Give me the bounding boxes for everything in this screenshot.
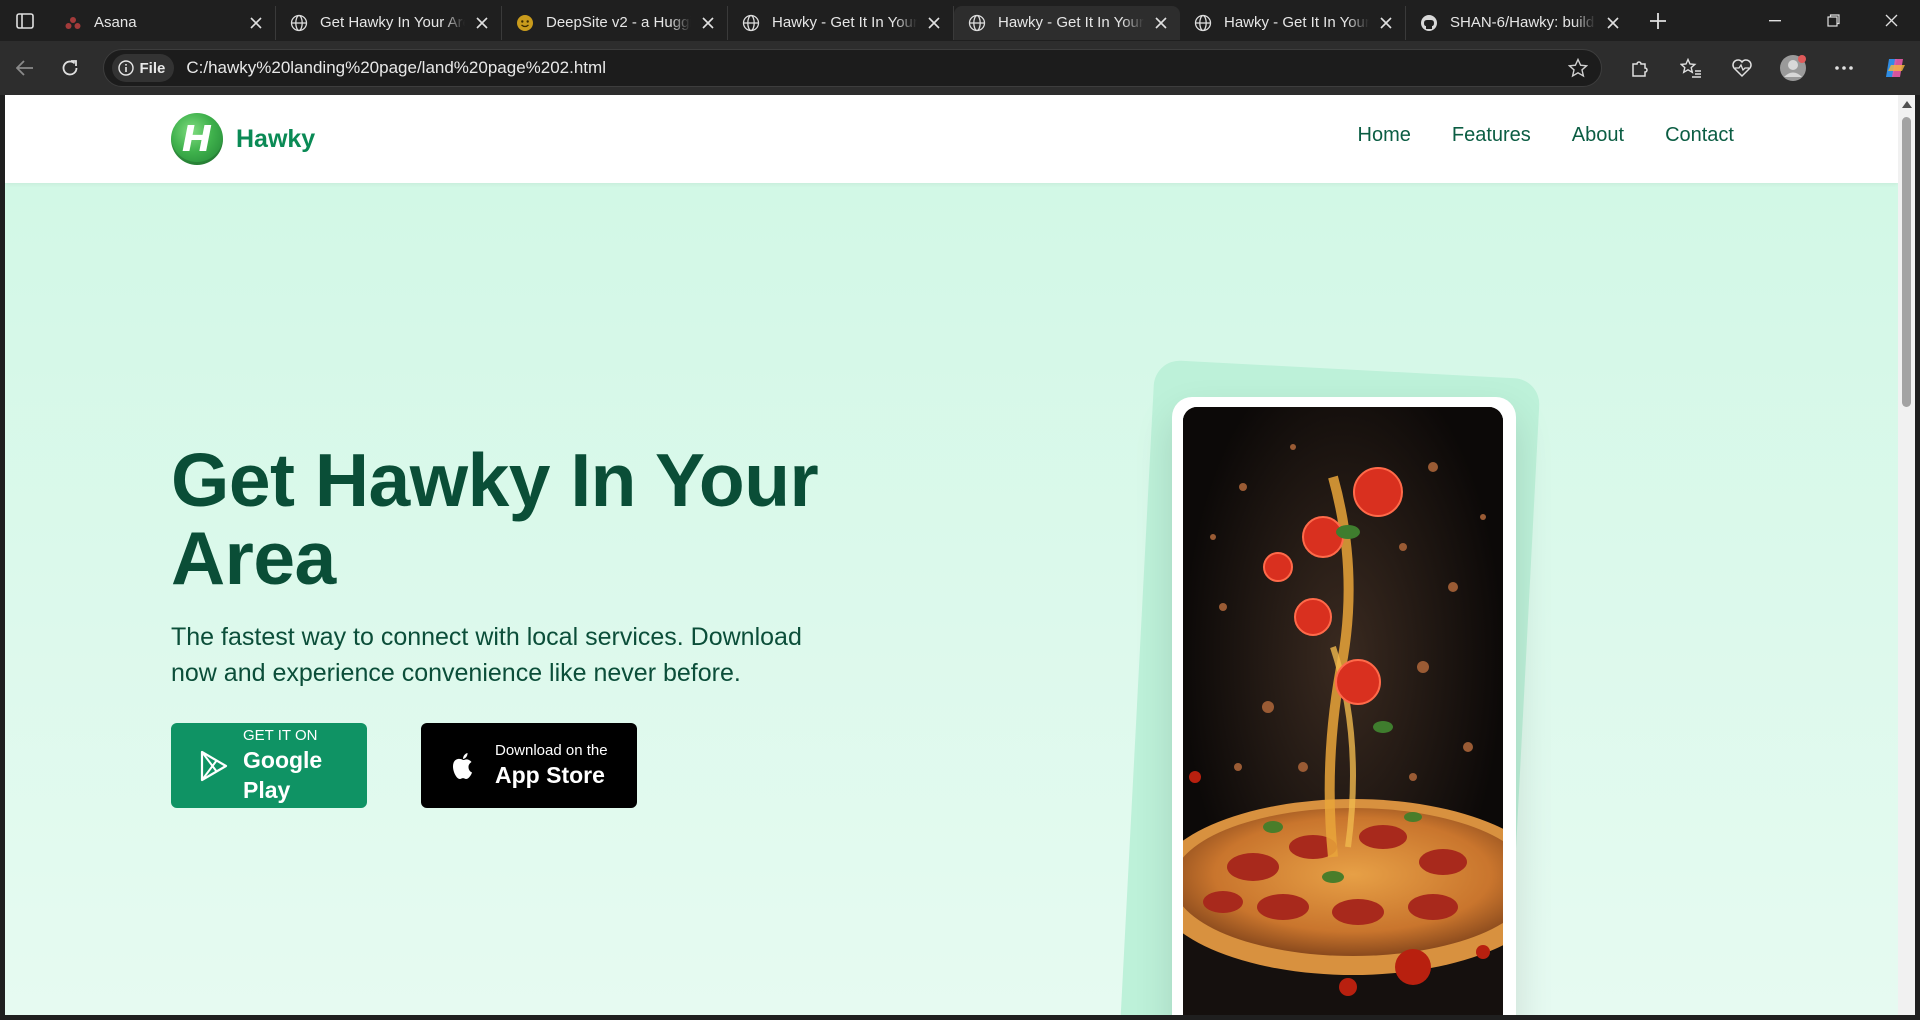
puzzle-icon bbox=[1631, 61, 1648, 77]
restore-button[interactable] bbox=[1804, 0, 1862, 41]
extensions-button[interactable] bbox=[1614, 41, 1665, 95]
copilot-icon bbox=[1885, 59, 1905, 77]
browser-essentials-button[interactable] bbox=[1716, 41, 1767, 95]
google-play-button[interactable]: GET IT ON Google Play bbox=[171, 723, 367, 808]
app-store-big-text: App Store bbox=[495, 761, 605, 788]
info-icon bbox=[117, 60, 134, 76]
tab-title: SHAN-6/Hawky: build bbox=[1450, 14, 1595, 31]
ellipsis-icon bbox=[1834, 66, 1853, 70]
site-chip-label: File bbox=[139, 59, 166, 77]
google-play-big-text: Google Play bbox=[243, 746, 323, 803]
nav-about[interactable]: About bbox=[1572, 124, 1624, 147]
hero-subtitle: The fastest way to connect with local se… bbox=[171, 623, 802, 687]
scrollbar-thumb[interactable] bbox=[1902, 117, 1911, 407]
app-store-button[interactable]: Download on the App Store bbox=[421, 723, 637, 808]
sidebar-toggle-button[interactable] bbox=[0, 0, 50, 41]
avatar-icon bbox=[1779, 55, 1806, 81]
tab-title: Asana bbox=[94, 14, 137, 31]
browser-toolbar: File C:/hawky%20landing%20page/land%20pa… bbox=[0, 41, 1920, 95]
tab-strip: Asana Get Hawky In Your Area DeepSite v2… bbox=[0, 0, 1920, 41]
app-store-small-text: Download on the bbox=[495, 741, 608, 759]
huggingface-icon bbox=[516, 14, 534, 32]
window-controls bbox=[1746, 0, 1920, 41]
hawky-logo: H bbox=[171, 113, 223, 165]
copilot-button[interactable] bbox=[1869, 41, 1920, 95]
minimize-button[interactable] bbox=[1746, 0, 1804, 41]
tab-title: Hawky - Get It In Your Area bbox=[772, 14, 917, 31]
sidebar-icon bbox=[16, 12, 34, 29]
close-icon[interactable] bbox=[1377, 14, 1395, 32]
nav-contact[interactable]: Contact bbox=[1665, 124, 1734, 147]
arrow-left-icon bbox=[15, 60, 33, 76]
tab-get-hawky[interactable]: Get Hawky In Your Area bbox=[276, 5, 502, 40]
main-nav: Home Features About Contact bbox=[1358, 124, 1735, 147]
plus-icon bbox=[1650, 12, 1666, 29]
new-tab-button[interactable] bbox=[1638, 0, 1678, 41]
brand-name: Hawky bbox=[236, 124, 316, 153]
more-menu-button[interactable] bbox=[1818, 41, 1869, 95]
tab-asana[interactable]: Asana bbox=[50, 5, 276, 40]
tab-hawky-1[interactable]: Hawky - Get It In Your Area bbox=[728, 5, 954, 40]
scroll-up-arrow-icon[interactable] bbox=[1902, 101, 1912, 108]
page-viewport: H Hawky Home Features About Contact Get … bbox=[5, 95, 1898, 1015]
profile-button[interactable] bbox=[1767, 41, 1818, 95]
close-icon[interactable] bbox=[1152, 14, 1170, 32]
github-icon bbox=[1420, 14, 1438, 32]
favorites-button[interactable] bbox=[1665, 41, 1716, 95]
page-scrollbar[interactable] bbox=[1898, 95, 1915, 1015]
phone-mockup bbox=[1172, 397, 1516, 1015]
site-info-chip[interactable]: File bbox=[111, 54, 175, 82]
tab-github[interactable]: SHAN-6/Hawky: build bbox=[1406, 6, 1632, 40]
tab-title: Hawky - Get It In Your Area bbox=[1224, 14, 1369, 31]
url-text[interactable]: C:/hawky%20landing%20page/land%20page%20… bbox=[186, 58, 1563, 78]
hero-title: Get Hawky In Your Area bbox=[171, 438, 819, 600]
heart-pulse-icon bbox=[1731, 59, 1752, 78]
reload-icon bbox=[62, 60, 78, 76]
close-icon[interactable] bbox=[1604, 14, 1622, 32]
tab-hawky-active[interactable]: Hawky - Get It In Your Area bbox=[954, 5, 1180, 40]
tab-title: DeepSite v2 - a Hugging Face Space bbox=[546, 14, 691, 31]
asana-icon bbox=[64, 14, 82, 32]
nav-features[interactable]: Features bbox=[1452, 124, 1531, 147]
window-bottom-border bbox=[0, 1015, 1920, 1020]
app-screenshot-pizza bbox=[1183, 407, 1503, 1015]
hero-section: Get Hawky In Your Area The fastest way t… bbox=[5, 183, 1898, 1015]
close-icon[interactable] bbox=[247, 14, 265, 32]
apple-icon bbox=[447, 749, 479, 783]
reload-button[interactable] bbox=[47, 41, 92, 95]
google-play-icon bbox=[199, 749, 229, 783]
brand[interactable]: H Hawky bbox=[171, 113, 315, 165]
close-window-button[interactable] bbox=[1862, 0, 1920, 41]
favorites-star-list-icon bbox=[1679, 58, 1701, 78]
favorite-star-icon[interactable] bbox=[1563, 58, 1593, 78]
site-header: H Hawky Home Features About Contact bbox=[5, 95, 1898, 183]
nav-home[interactable]: Home bbox=[1358, 124, 1411, 147]
close-icon[interactable] bbox=[925, 14, 943, 32]
globe-icon bbox=[290, 14, 308, 32]
tab-title: Hawky - Get It In Your Area bbox=[998, 14, 1144, 31]
tab-title: Get Hawky In Your Area bbox=[320, 14, 465, 31]
tab-deepsite[interactable]: DeepSite v2 - a Hugging Face Space bbox=[502, 5, 728, 40]
globe-icon bbox=[1194, 14, 1212, 32]
globe-icon bbox=[968, 14, 986, 32]
tab-hawky-3[interactable]: Hawky - Get It In Your Area bbox=[1180, 5, 1406, 40]
back-button[interactable] bbox=[2, 41, 47, 95]
globe-icon bbox=[742, 14, 760, 32]
close-icon[interactable] bbox=[473, 14, 491, 32]
google-play-small-text: GET IT ON bbox=[243, 726, 318, 744]
address-bar[interactable]: File C:/hawky%20landing%20page/land%20pa… bbox=[102, 49, 1602, 87]
close-icon[interactable] bbox=[699, 14, 717, 32]
